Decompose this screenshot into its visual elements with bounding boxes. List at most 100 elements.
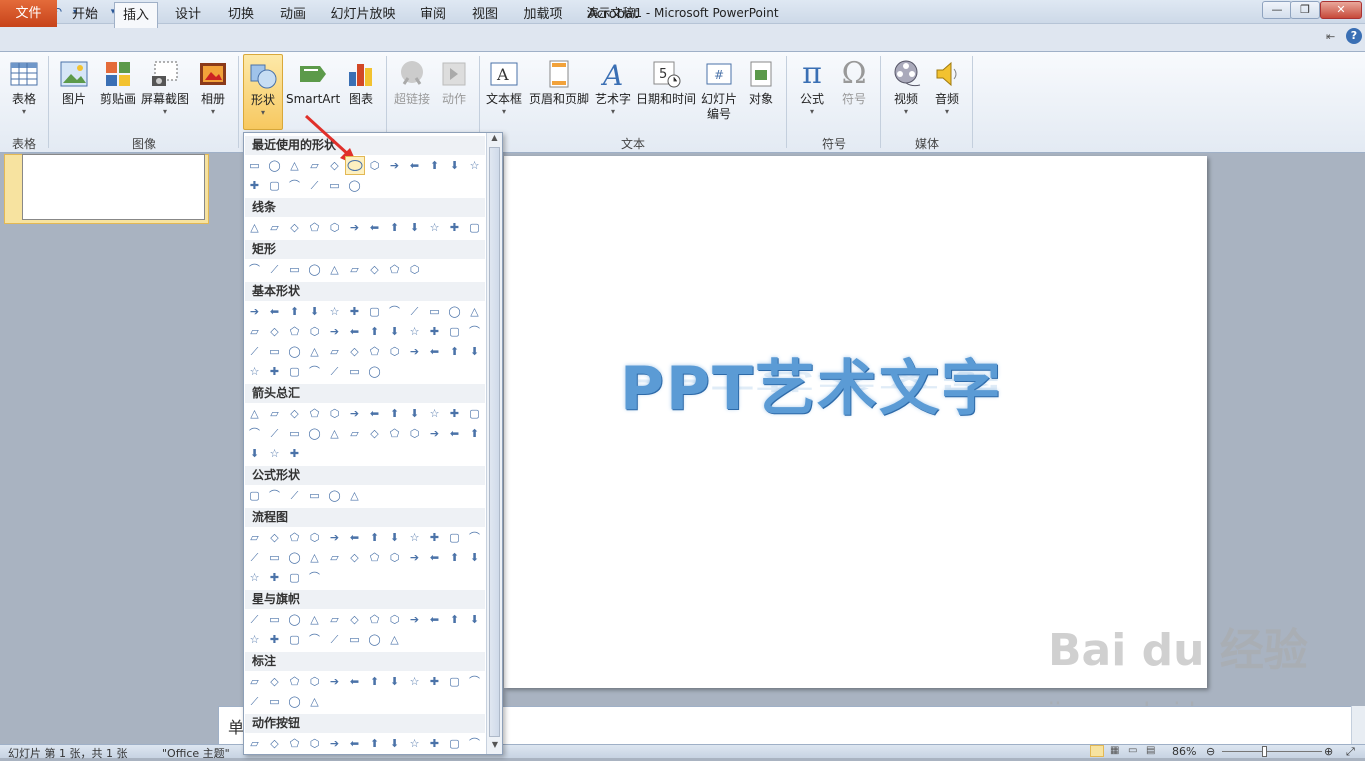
shape-option-icon[interactable]: ▭ <box>266 693 283 710</box>
shape-option-icon[interactable]: ⬅ <box>346 529 363 546</box>
tab-insert[interactable]: 插入 <box>114 2 158 28</box>
shape-option-icon[interactable]: ☆ <box>406 323 423 340</box>
shape-option-icon[interactable]: ▱ <box>326 549 343 566</box>
shape-option-icon[interactable]: ⟋ <box>306 177 323 194</box>
shape-option-icon[interactable]: ➔ <box>246 303 263 320</box>
action-button[interactable]: 动作 <box>436 54 472 132</box>
shape-option-icon[interactable]: ◯ <box>326 487 343 504</box>
zoom-slider[interactable] <box>1222 751 1322 752</box>
shape-option-icon[interactable]: △ <box>386 631 403 648</box>
shape-option-icon[interactable]: ⬇ <box>466 611 483 628</box>
shape-option-icon[interactable]: ➔ <box>426 425 443 442</box>
shape-option-icon[interactable]: ☆ <box>406 673 423 690</box>
shape-option-icon[interactable]: ✚ <box>446 219 463 236</box>
shape-option-icon[interactable]: ⬡ <box>326 219 343 236</box>
tab-review[interactable]: 审阅 <box>411 2 455 27</box>
shape-option-icon[interactable]: ⬡ <box>326 405 343 422</box>
shape-option-icon[interactable]: ▭ <box>426 303 443 320</box>
zoom-in-icon[interactable]: ⊕ <box>1324 745 1333 758</box>
shape-option-icon[interactable]: ⬠ <box>366 611 383 628</box>
shape-option-icon[interactable]: ✚ <box>426 735 443 752</box>
shape-option-icon[interactable]: △ <box>306 693 323 710</box>
shape-option-icon[interactable]: ⬠ <box>286 673 303 690</box>
shape-option-icon[interactable]: ▢ <box>286 569 303 586</box>
shape-option-icon[interactable]: ☆ <box>246 363 263 380</box>
oval-shape-highlight[interactable] <box>345 156 365 175</box>
shape-option-icon[interactable]: △ <box>326 261 343 278</box>
zoom-out-icon[interactable]: ⊖ <box>1206 745 1215 758</box>
tab-acrobat[interactable]: Acrobat <box>583 2 643 27</box>
screenshot-button[interactable]: 屏幕截图 ▾ <box>140 54 190 132</box>
shape-option-icon[interactable]: ⌒ <box>306 363 323 380</box>
shape-option-icon[interactable]: △ <box>306 343 323 360</box>
shape-option-icon[interactable]: ◇ <box>286 219 303 236</box>
shape-option-icon[interactable]: ▭ <box>286 261 303 278</box>
tab-home[interactable]: 开始 <box>62 2 108 27</box>
shape-option-icon[interactable]: ✚ <box>266 363 283 380</box>
shape-option-icon[interactable]: ▱ <box>246 323 263 340</box>
shape-option-icon[interactable]: ⬠ <box>386 425 403 442</box>
shape-option-icon[interactable]: ⌒ <box>306 569 323 586</box>
shape-option-icon[interactable]: ⬅ <box>446 425 463 442</box>
shape-option-icon[interactable]: △ <box>326 425 343 442</box>
shape-option-icon[interactable]: ⬠ <box>286 735 303 752</box>
shape-option-icon[interactable]: ▭ <box>266 343 283 360</box>
shape-option-icon[interactable]: ☆ <box>426 405 443 422</box>
shape-option-icon[interactable]: ⌒ <box>466 529 483 546</box>
shape-option-icon[interactable]: ✚ <box>286 445 303 462</box>
shape-option-icon[interactable]: ⬅ <box>406 157 423 174</box>
shape-option-icon[interactable]: ◯ <box>366 363 383 380</box>
shape-option-icon[interactable]: ⬇ <box>466 343 483 360</box>
shape-option-icon[interactable]: ⬅ <box>346 735 363 752</box>
shape-option-icon[interactable]: ⬆ <box>446 549 463 566</box>
slide-thumbnail[interactable] <box>22 154 205 220</box>
shape-option-icon[interactable]: ⟋ <box>286 487 303 504</box>
shape-option-icon[interactable]: ▱ <box>326 611 343 628</box>
shape-option-icon[interactable]: ⬠ <box>286 323 303 340</box>
shape-option-icon[interactable]: ⬇ <box>246 445 263 462</box>
shape-option-icon[interactable]: ⬡ <box>306 673 323 690</box>
shape-option-icon[interactable]: ☆ <box>426 219 443 236</box>
shape-option-icon[interactable]: ⬇ <box>386 673 403 690</box>
picture-button[interactable]: 图片 <box>54 54 94 132</box>
shape-option-icon[interactable]: ◇ <box>366 425 383 442</box>
shape-option-icon[interactable]: ⬆ <box>366 735 383 752</box>
shapes-button[interactable]: 形状 ▾ <box>243 54 283 130</box>
shape-option-icon[interactable]: ✚ <box>426 323 443 340</box>
shape-option-icon[interactable]: ▢ <box>446 735 463 752</box>
shape-option-icon[interactable]: ⬡ <box>306 529 323 546</box>
shape-option-icon[interactable]: ➔ <box>326 673 343 690</box>
shape-option-icon[interactable]: ◇ <box>346 611 363 628</box>
fit-to-window-icon[interactable]: ⤢ <box>1346 745 1355 759</box>
shape-option-icon[interactable]: ◇ <box>346 549 363 566</box>
shape-option-icon[interactable]: ◇ <box>286 405 303 422</box>
shape-option-icon[interactable]: ⬡ <box>386 611 403 628</box>
shape-option-icon[interactable]: ▢ <box>266 177 283 194</box>
shape-option-icon[interactable]: ⟋ <box>246 343 263 360</box>
shape-option-icon[interactable]: ✚ <box>246 177 263 194</box>
shape-option-icon[interactable]: ⬇ <box>306 303 323 320</box>
table-button[interactable]: 表格 ▾ <box>4 54 44 132</box>
zoom-level[interactable]: 86% <box>1172 745 1196 758</box>
shape-option-icon[interactable]: ▭ <box>266 549 283 566</box>
shape-option-icon[interactable]: ◯ <box>286 611 303 628</box>
shape-option-icon[interactable]: ⬡ <box>406 425 423 442</box>
shape-option-icon[interactable]: ⬇ <box>406 405 423 422</box>
date-time-button[interactable]: 5 日期和时间 <box>635 54 697 132</box>
shape-option-icon[interactable]: ◇ <box>266 735 283 752</box>
shape-option-icon[interactable]: ⌒ <box>466 735 483 752</box>
shape-option-icon[interactable]: ☆ <box>466 157 483 174</box>
shape-option-icon[interactable]: ⬡ <box>306 323 323 340</box>
shape-option-icon[interactable]: ▢ <box>366 303 383 320</box>
shape-option-icon[interactable]: △ <box>346 487 363 504</box>
shape-option-icon[interactable]: ➔ <box>346 219 363 236</box>
shape-option-icon[interactable]: ⟋ <box>326 363 343 380</box>
shape-option-icon[interactable]: △ <box>246 219 263 236</box>
equation-button[interactable]: π 公式 ▾ <box>792 54 832 132</box>
shape-option-icon[interactable]: ▱ <box>346 261 363 278</box>
shape-option-icon[interactable]: ☆ <box>406 735 423 752</box>
shape-option-icon[interactable]: ⌒ <box>466 323 483 340</box>
tab-view[interactable]: 视图 <box>463 2 507 27</box>
shape-option-icon[interactable]: ☆ <box>326 303 343 320</box>
shape-option-icon[interactable]: ⬆ <box>286 303 303 320</box>
